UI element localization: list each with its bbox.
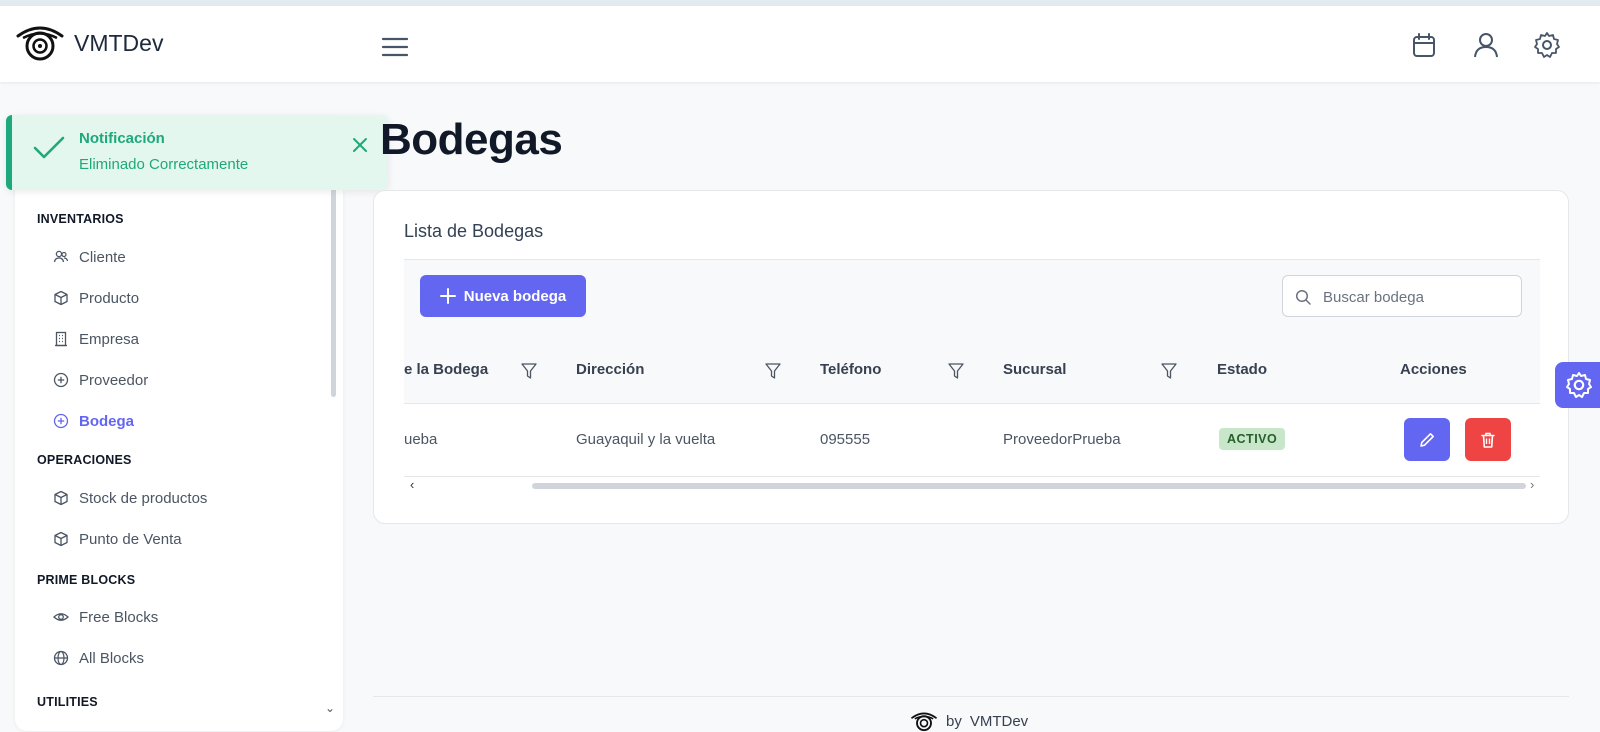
column-header-nombre[interactable]: e la Bodega (404, 361, 488, 378)
box-icon (54, 490, 68, 506)
sidebar-item-label: Free Blocks (79, 608, 159, 626)
brand-name[interactable]: VMTDev (74, 30, 163, 57)
topbar: VMTDev (0, 6, 1600, 82)
plus-icon (439, 288, 456, 304)
plus-circle-icon (53, 413, 69, 429)
new-bodega-label: Nueva bodega (463, 287, 567, 305)
cell-direccion: Guayaquil y la vuelta (576, 431, 716, 448)
table-toolbar: Nueva bodega (404, 259, 1540, 343)
box-icon (54, 290, 68, 306)
column-header-telefono[interactable]: Teléfono (820, 361, 881, 378)
sidebar-item-all-blocks[interactable]: All Blocks (53, 643, 313, 673)
toast-title: Notificación (79, 130, 165, 147)
horizontal-scrollbar[interactable] (532, 483, 1526, 489)
sidebar-item-bodega[interactable]: Bodega (53, 406, 313, 436)
filter-icon[interactable] (765, 362, 781, 380)
sidebar-item-label: Cliente (79, 248, 126, 266)
sidebar-item-producto[interactable]: Producto (53, 283, 313, 313)
cell-sucursal: ProveedorPrueba (1003, 431, 1121, 448)
footer-brand: VMTDev (969, 712, 1029, 730)
sidebar-item-proveedor[interactable]: Proveedor (53, 365, 313, 395)
delete-button[interactable] (1465, 418, 1511, 461)
bodegas-card: Lista de Bodegas Nueva bodega e la Bodeg… (373, 190, 1569, 524)
sidebar-item-label: Bodega (79, 412, 135, 430)
eye-icon (53, 613, 69, 621)
toast-message: Eliminado Correctamente (79, 156, 249, 173)
table-row: ueba Guayaquil y la vuelta 095555 Provee… (404, 403, 1540, 477)
sidebar-item-label: Producto (79, 289, 140, 307)
check-icon (33, 136, 65, 159)
cell-nombre: ueba (404, 431, 438, 448)
sidebar-item-cliente[interactable]: Cliente (53, 242, 313, 272)
footer: by VMTDev (910, 710, 1028, 732)
card-title: Lista de Bodegas (404, 221, 544, 241)
sidebar-scrollbar[interactable] (331, 185, 336, 397)
vmtdev-logo-icon[interactable] (14, 22, 66, 62)
column-header-sucursal[interactable]: Sucursal (1003, 361, 1066, 378)
edit-button[interactable] (1404, 418, 1450, 461)
page-title: Bodegas (380, 115, 563, 164)
footer-divider (373, 696, 1569, 697)
column-header-direccion[interactable]: Dirección (576, 361, 644, 378)
building-icon (55, 331, 67, 347)
sidebar-item-stock-de-productos[interactable]: Stock de productos (53, 483, 313, 513)
vmtdev-logo-icon (911, 712, 937, 732)
sidebar-item-label: Punto de Venta (79, 530, 182, 548)
config-panel-button[interactable] (1555, 362, 1600, 408)
sidebar-section-prime-blocks: PRIME BLOCKS (37, 573, 136, 587)
plus-circle-icon (53, 372, 69, 388)
user-icon[interactable] (1471, 30, 1501, 60)
search-input[interactable] (1321, 284, 1515, 310)
scroll-right-chevron-icon[interactable]: › (1530, 477, 1534, 492)
box-icon (54, 531, 68, 547)
sidebar-item-label: Proveedor (79, 371, 149, 389)
filter-icon[interactable] (948, 362, 964, 380)
table-header: e la Bodega Dirección Teléfono Sucursal … (404, 341, 1540, 404)
sidebar-item-punto-de-venta[interactable]: Punto de Venta (53, 524, 313, 554)
users-icon (53, 250, 69, 263)
sidebar-item-label: Stock de productos (79, 489, 208, 507)
footer-by: by (946, 712, 962, 730)
gear-icon (1566, 372, 1592, 398)
trash-icon (1481, 432, 1495, 448)
status-badge: ACTIVO (1219, 428, 1286, 450)
success-toast: Notificación Eliminado Correctamente (6, 115, 388, 190)
calendar-icon[interactable] (1409, 30, 1439, 60)
search-icon (1295, 289, 1311, 305)
sidebar-section-utilities: UTILITIES (37, 695, 98, 709)
scroll-left-chevron-icon[interactable]: ‹ (410, 477, 414, 492)
sidebar-section-operaciones: OPERACIONES (37, 453, 132, 467)
pencil-icon (1420, 432, 1434, 447)
sidebar: INVENTARIOS Cliente Producto Empresa Pro… (15, 115, 343, 731)
column-header-estado: Estado (1217, 361, 1268, 378)
new-bodega-button[interactable]: Nueva bodega (420, 275, 586, 317)
scroll-down-chevron-icon[interactable]: ⌄ (325, 701, 335, 715)
filter-icon[interactable] (521, 362, 537, 380)
close-icon[interactable] (350, 135, 370, 155)
cell-telefono: 095555 (820, 431, 871, 448)
sidebar-item-label: Empresa (79, 330, 140, 348)
sidebar-item-free-blocks[interactable]: Free Blocks (53, 602, 313, 632)
hamburger-menu-icon[interactable] (380, 34, 410, 60)
search-box (1282, 275, 1522, 317)
sidebar-section-inventarios: INVENTARIOS (37, 212, 124, 226)
sidebar-item-empresa[interactable]: Empresa (53, 324, 313, 354)
sidebar-item-label: All Blocks (79, 649, 145, 667)
filter-icon[interactable] (1161, 362, 1177, 380)
gear-icon[interactable] (1532, 30, 1562, 60)
column-header-acciones: Acciones (1400, 361, 1467, 378)
globe-icon (53, 650, 69, 666)
